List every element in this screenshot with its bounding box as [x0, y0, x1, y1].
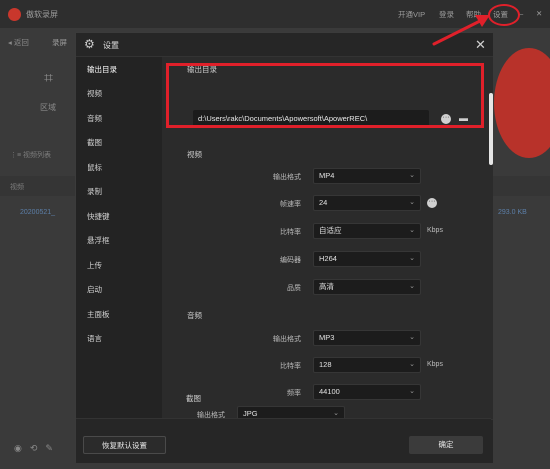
annotation-arrow-icon	[432, 15, 490, 46]
